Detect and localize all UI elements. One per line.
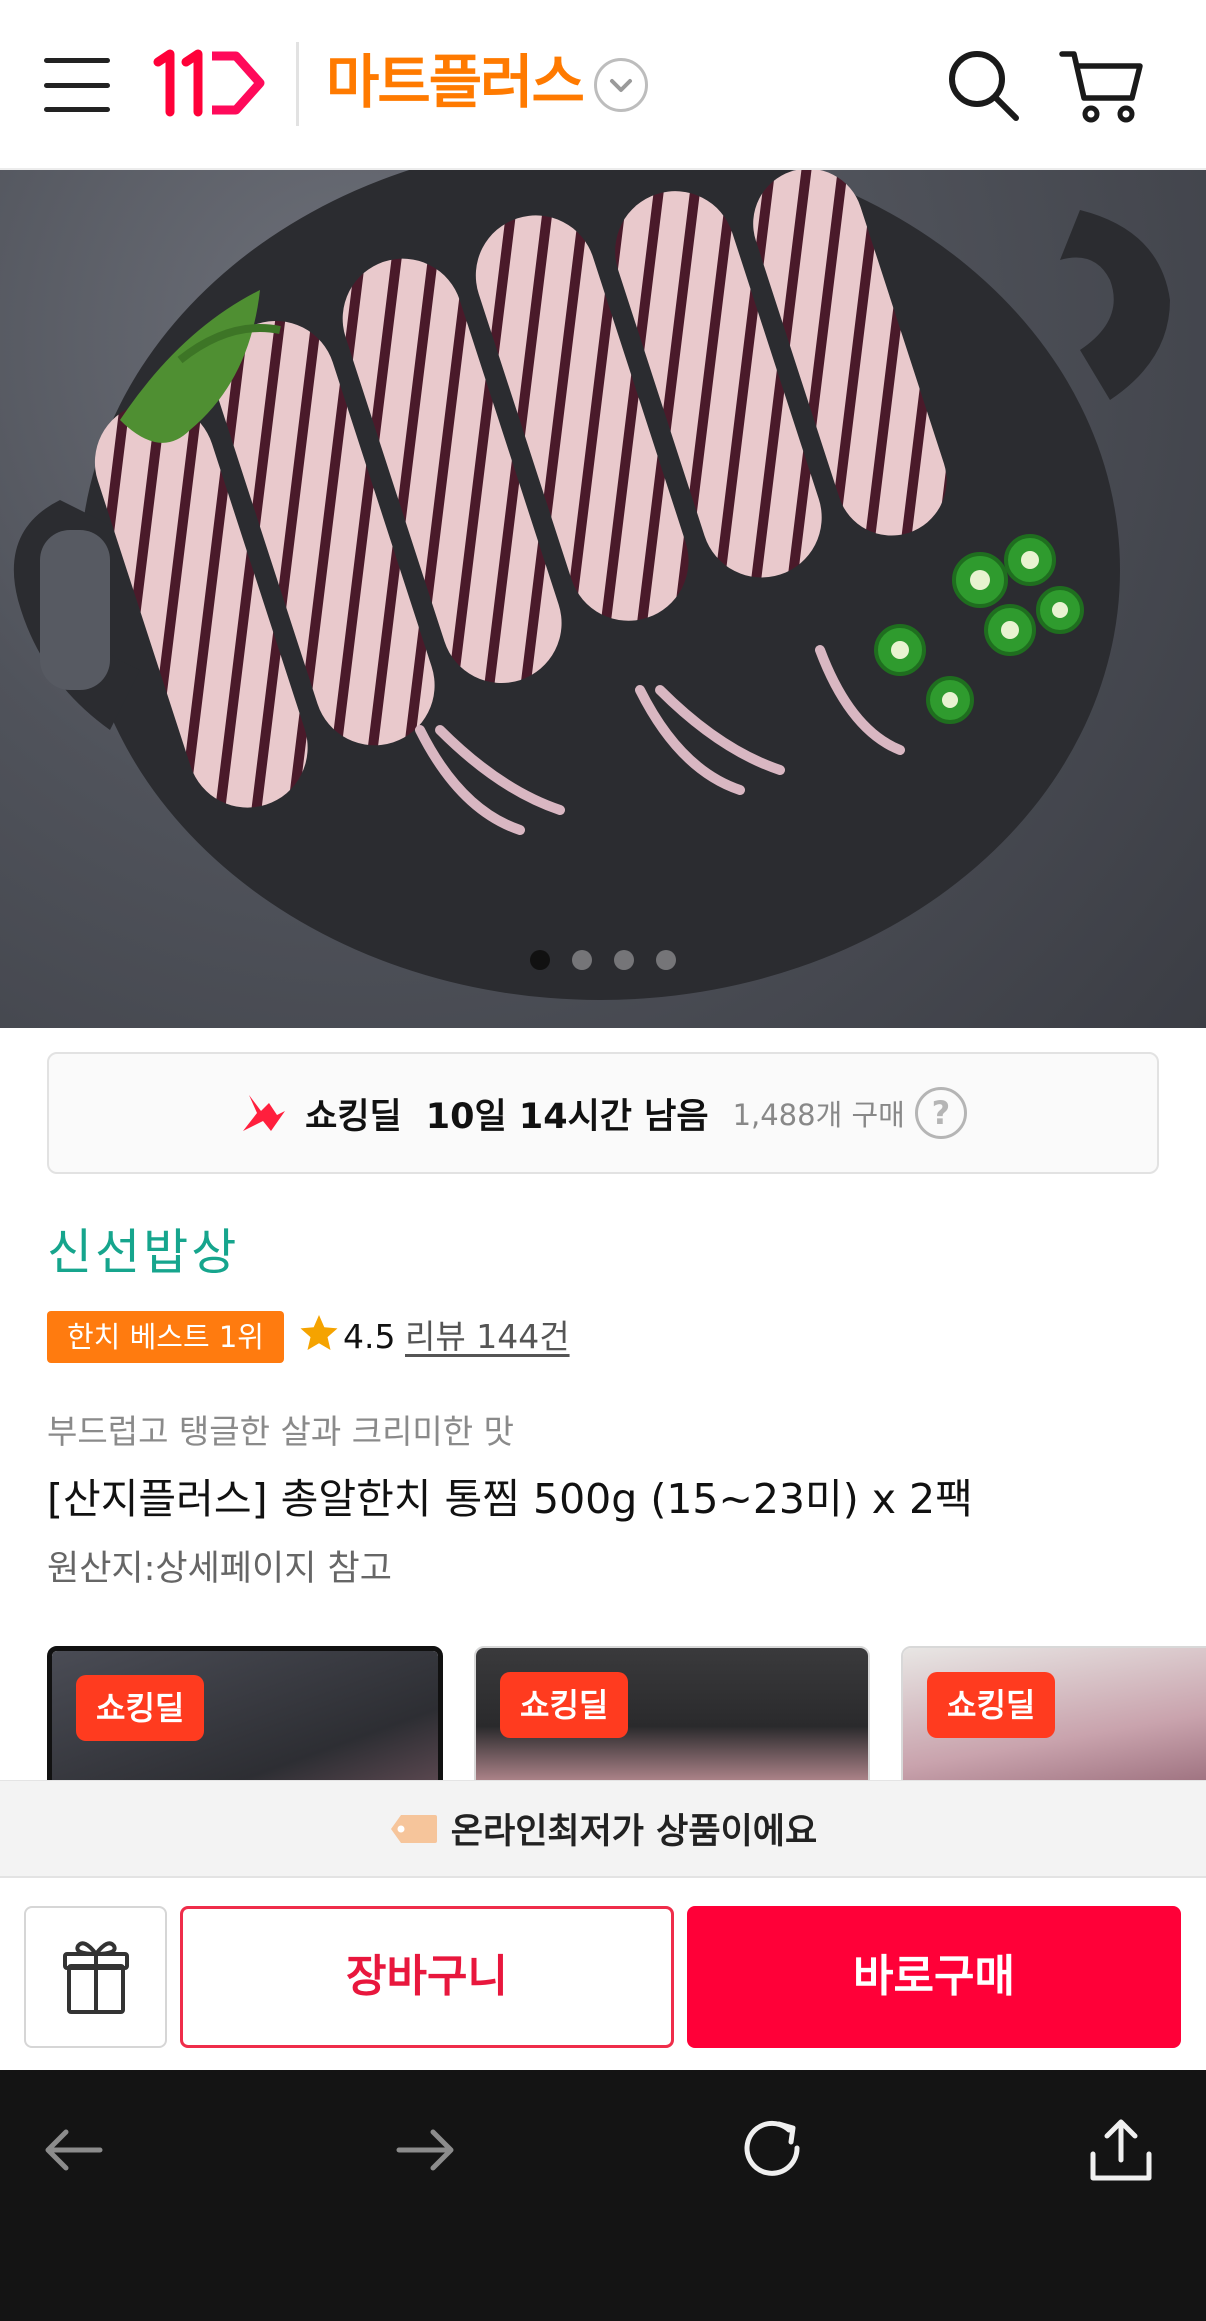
price-tag-icon [390,1814,437,1843]
carousel-dot[interactable] [572,950,592,970]
purchase-count: 1,488개 구매 [732,1098,905,1132]
shocking-deal-bar: 쇼킹딜 10일 14시간 남음 1,488개 구매 ? [47,1052,1159,1174]
grilled-squid-photo [13,170,1170,1000]
forward-icon[interactable] [385,2110,465,2190]
carousel-dot[interactable] [656,950,676,970]
gift-button[interactable] [24,1906,167,2048]
gift-icon [63,1941,129,2014]
menu-icon[interactable] [44,56,110,112]
rank-badge: 한치 베스트 1위 [47,1311,284,1363]
deal-time-left: 10일 14시간 남음 [425,1096,709,1137]
purchase-bar: 장바구니 바로구매 [0,1876,1206,2070]
lowest-price-text: 온라인최저가 상품이에요 [450,1812,818,1852]
carousel-dot[interactable] [530,950,550,970]
search-icon[interactable] [946,48,1022,124]
add-to-cart-button[interactable]: 장바구니 [180,1906,674,2048]
buy-now-button[interactable]: 바로구매 [687,1906,1181,2048]
back-icon[interactable] [34,2110,114,2190]
option-thumbnail[interactable]: 쇼킹딜 [47,1646,443,1780]
share-icon[interactable] [1081,2110,1161,2190]
cart-icon[interactable] [1058,46,1144,126]
rating-value: 4.5 [343,1317,396,1356]
product-image[interactable] [0,170,1206,1028]
browser-toolbar [0,2070,1206,2321]
shocking-deal-icon [243,1095,286,1131]
thumbnail-badge: 쇼킹딜 [927,1672,1056,1738]
seller-name[interactable]: 신선밥상 [47,1222,239,1284]
option-thumbnail[interactable]: 쇼킹딜 [474,1646,870,1780]
app-header: 마트플러스 [0,0,1206,170]
review-link[interactable]: 리뷰 144건 [405,1312,570,1362]
thumbnail-badge: 쇼킹딜 [76,1675,205,1741]
product-subtitle: 부드럽고 탱글한 살과 크리미한 맛 [47,1412,514,1451]
help-icon[interactable]: ? [914,1087,967,1139]
option-thumbnails: 쇼킹딜 쇼킹딜 쇼킹딜 [47,1646,1206,1780]
carousel-dot[interactable] [614,950,634,970]
option-thumbnail[interactable]: 쇼킹딜 [901,1646,1206,1780]
chevron-down-icon[interactable] [594,58,648,112]
product-origin: 원산지:상세페이지 참고 [47,1549,392,1589]
lowest-price-banner: 온라인최저가 상품이에요 [0,1780,1206,1876]
deal-label: 쇼킹딜 [305,1096,402,1137]
carousel-dots [530,950,676,976]
thumbnail-badge: 쇼킹딜 [500,1672,629,1738]
reload-icon[interactable] [733,2110,813,2190]
product-title: [산지플러스] 총알한치 통찜 500g (15~23미) x 2팩 [47,1475,973,1523]
header-divider [296,42,299,126]
11st-logo[interactable] [152,44,270,122]
brand-title[interactable]: 마트플러스 [326,46,585,118]
star-icon [300,1315,338,1350]
